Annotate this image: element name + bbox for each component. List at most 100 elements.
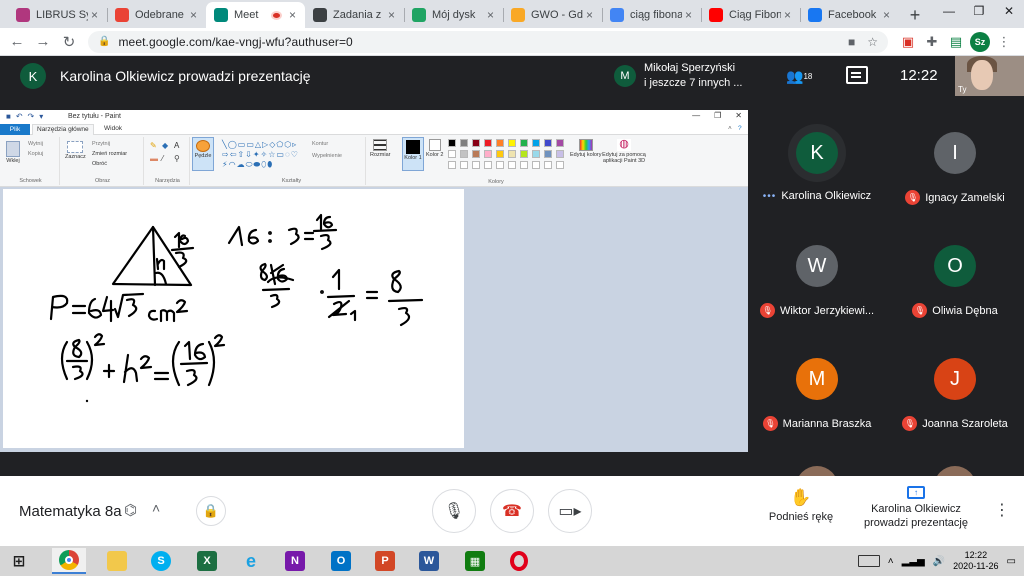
color1-button[interactable]: Kolor 1 — [402, 137, 424, 171]
undo-icon[interactable]: ↶ — [16, 112, 23, 121]
help-icon[interactable]: ? — [738, 125, 742, 132]
shapes-row3-icon[interactable]: ⚡◠☁⬭⬬⬯⬮ — [222, 160, 273, 170]
meeting-name[interactable]: Matematyka 8a — [19, 503, 122, 520]
empty-color-swatch[interactable] — [520, 161, 528, 169]
color-swatch[interactable] — [472, 150, 480, 158]
chat-icon[interactable] — [846, 66, 868, 84]
people-button[interactable]: 👥 18 — [786, 64, 816, 88]
cut-button[interactable]: Wytnij — [28, 141, 43, 147]
qat-dropdown-icon[interactable]: ▾ — [39, 112, 43, 121]
brushes-button[interactable]: Pędzle — [192, 137, 214, 171]
taskbar-store[interactable]: ▦ — [458, 548, 492, 574]
paint3d-button[interactable]: ◍ Edytuj za pomocą aplikacji Paint 3D — [598, 139, 650, 165]
host-controls-shield-icon[interactable]: 🔒 — [196, 496, 226, 526]
fill-button[interactable]: Wypełnienie — [312, 153, 342, 159]
eraser-icon[interactable]: ▬ — [150, 154, 158, 163]
tray-chevron-icon[interactable]: ˄ — [888, 556, 894, 567]
shapes-row1-icon[interactable]: ╲◯▭▭△▷◇⬠⬡▹ — [222, 140, 297, 149]
restore-icon[interactable]: ❐ — [964, 0, 994, 22]
star-icon[interactable]: ☆ — [867, 35, 878, 49]
color-swatch[interactable] — [496, 150, 504, 158]
color-swatch[interactable] — [472, 139, 480, 147]
participant-tile[interactable]: W 🎙 Wiktor Jerzykiewi... — [748, 209, 886, 322]
close-tab-icon[interactable]: × — [487, 8, 497, 22]
browser-tab[interactable]: Ciąg Fibon × — [701, 2, 800, 28]
self-video[interactable]: Ty — [955, 56, 1024, 96]
crop-button[interactable]: Przytnij — [92, 141, 110, 147]
new-tab-button[interactable]: + — [903, 2, 927, 28]
color-swatch[interactable] — [532, 150, 540, 158]
close-tab-icon[interactable]: × — [685, 8, 695, 22]
participant-tile[interactable]: J 🎙 Joanna Szaroleta — [886, 322, 1024, 435]
paperclip-icon[interactable]: ⌬ — [124, 501, 137, 519]
save-icon[interactable]: ■ — [6, 112, 11, 121]
paste-button[interactable]: Wklej — [6, 141, 20, 164]
network-icon[interactable]: ▂▃▅ — [902, 556, 925, 567]
start-button[interactable]: ⊞ — [2, 548, 36, 574]
browser-tab[interactable]: LIBRUS Syn× — [8, 2, 107, 28]
camera-icon[interactable]: ■ — [848, 35, 855, 49]
reload-icon[interactable]: ↻ — [56, 29, 82, 55]
taskbar-excel[interactable]: X — [190, 548, 224, 574]
microphone-button[interactable]: 🎙 — [432, 489, 476, 533]
close-tab-icon[interactable]: × — [586, 8, 596, 22]
notifications-icon[interactable]: ▭ — [1007, 556, 1016, 567]
empty-color-swatch[interactable] — [496, 161, 504, 169]
copy-button[interactable]: Kopiuj — [28, 151, 43, 157]
color-swatch[interactable] — [448, 139, 456, 147]
keyboard-icon[interactable] — [857, 555, 880, 567]
close-tab-icon[interactable]: × — [784, 8, 794, 22]
resize-button[interactable]: Zmień rozmiar — [92, 151, 127, 157]
color-swatch[interactable] — [544, 139, 552, 147]
edit-colors-button[interactable]: Edytuj kolory — [570, 139, 602, 158]
extension-green-icon[interactable]: ▤ — [944, 30, 968, 54]
rotate-button[interactable]: Obróć — [92, 161, 107, 167]
taskbar-explorer[interactable] — [100, 548, 134, 574]
empty-color-swatch[interactable] — [484, 161, 492, 169]
paint-minimize-icon[interactable]: — — [692, 111, 700, 120]
camera-button[interactable]: ▭▸ — [548, 489, 592, 533]
taskbar-word[interactable]: W — [412, 548, 446, 574]
color-swatch[interactable] — [508, 139, 516, 147]
color2-button[interactable]: Kolor 2 — [426, 139, 443, 158]
fill-bucket-icon[interactable]: ◆ — [162, 141, 168, 150]
taskbar-opera[interactable] — [502, 548, 536, 574]
empty-color-swatch[interactable] — [460, 161, 468, 169]
magnifier-icon[interactable]: ⚲ — [174, 154, 180, 163]
raise-hand-button[interactable]: ✋ Podnieś rękę — [760, 488, 842, 523]
redo-icon[interactable]: ↷ — [28, 112, 35, 121]
taskbar-powerpoint[interactable]: P — [368, 548, 402, 574]
empty-color-swatch[interactable] — [472, 161, 480, 169]
empty-color-swatch[interactable] — [556, 161, 564, 169]
browser-tab[interactable]: Zadania z × — [305, 2, 404, 28]
minimize-icon[interactable]: — — [934, 0, 964, 22]
select-button[interactable]: Zaznacz — [65, 141, 86, 160]
close-tab-icon[interactable]: × — [289, 8, 299, 22]
browser-tab[interactable]: Mój dysk × — [404, 2, 503, 28]
empty-color-swatch[interactable] — [508, 161, 516, 169]
color-swatch[interactable] — [520, 150, 528, 158]
color-swatch[interactable] — [556, 150, 564, 158]
drawing-canvas[interactable] — [3, 189, 464, 448]
leave-call-button[interactable]: ☎ — [490, 489, 534, 533]
color-swatch[interactable] — [460, 139, 468, 147]
participant-tile[interactable]: I 🎙 Ignacy Zamelski — [886, 96, 1024, 209]
color-swatch[interactable] — [496, 139, 504, 147]
color-swatch[interactable] — [508, 150, 516, 158]
back-icon[interactable]: ← — [4, 29, 30, 55]
browser-tab[interactable]: GWO - Gd × — [503, 2, 602, 28]
close-tab-icon[interactable]: × — [190, 8, 200, 22]
color-swatch[interactable] — [520, 139, 528, 147]
participant-tile[interactable]: K ••• Karolina Olkiewicz — [748, 96, 886, 209]
browser-tab[interactable]: Meet × — [206, 2, 305, 28]
pencil-icon[interactable]: ✎ — [150, 141, 157, 150]
lock-icon[interactable]: 🔒 — [98, 36, 110, 47]
extension-icon[interactable]: ▣ — [896, 30, 920, 54]
tab-file[interactable]: Plik — [0, 124, 30, 135]
paint-close-icon[interactable]: ✕ — [735, 111, 742, 120]
color-swatch[interactable] — [556, 139, 564, 147]
more-options-icon[interactable]: ⋮ — [994, 500, 1010, 520]
empty-color-swatch[interactable] — [448, 161, 456, 169]
outline-button[interactable]: Kontur — [312, 141, 328, 147]
color-picker-icon[interactable]: ⁄ — [162, 154, 163, 163]
